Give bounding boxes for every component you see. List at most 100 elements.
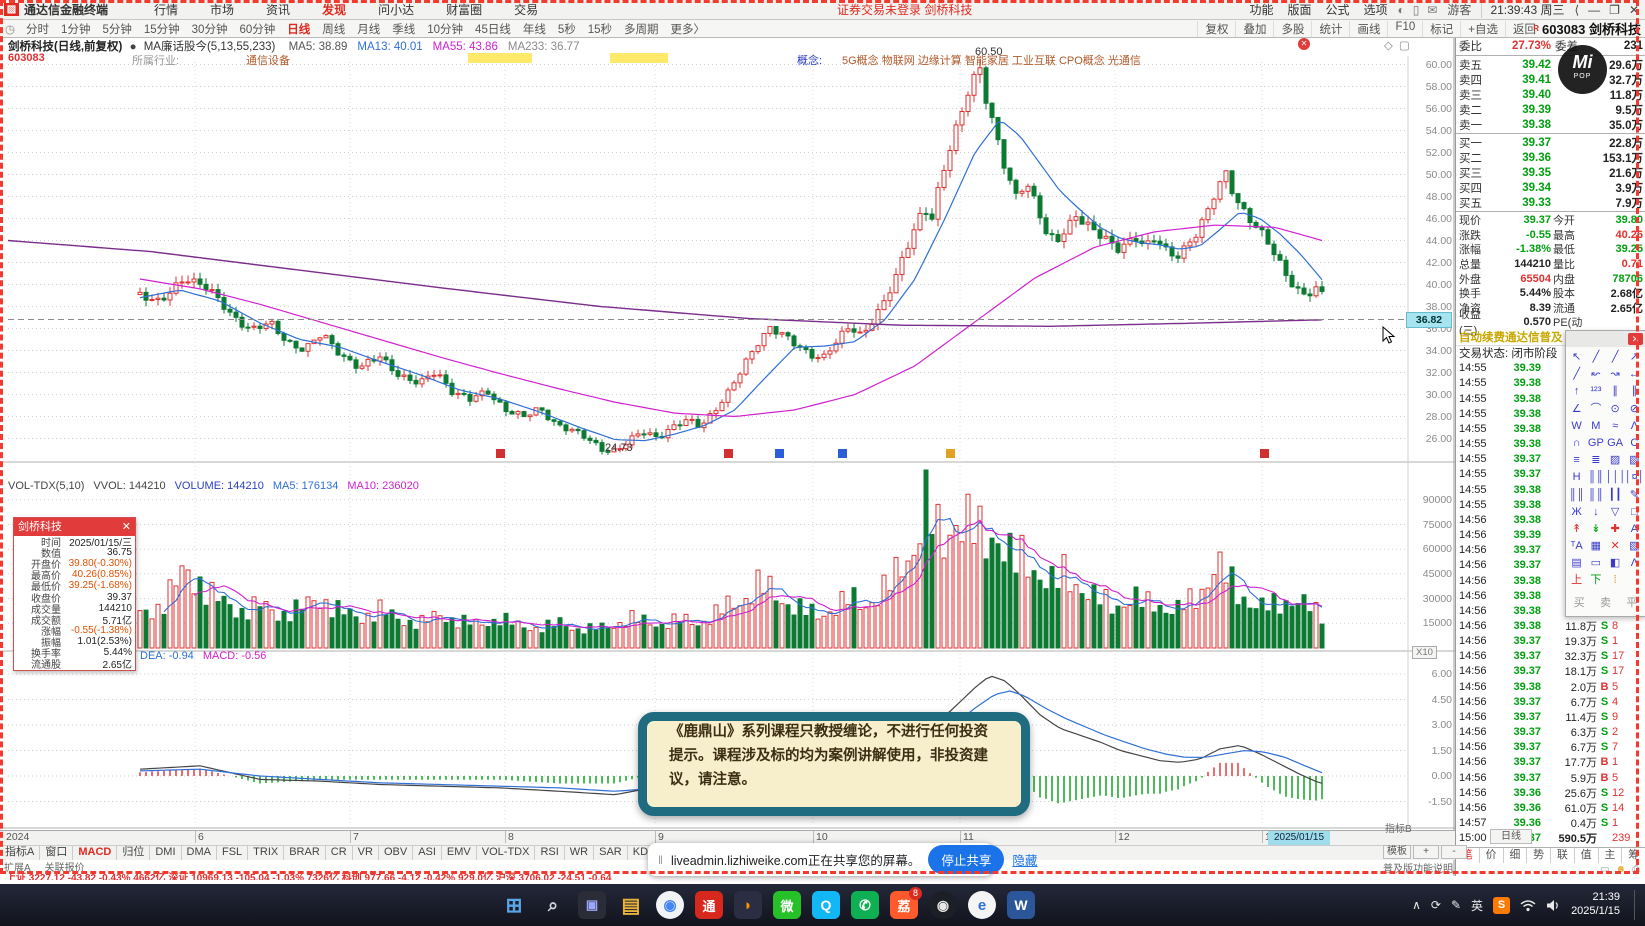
panel-corner-icon-1[interactable]: ☻ xyxy=(1615,864,1626,875)
draw-tool-icon[interactable]: ↓ xyxy=(1586,504,1605,521)
action-F10[interactable]: F10 xyxy=(1387,20,1422,37)
action-叠加[interactable]: 叠加 xyxy=(1235,20,1273,37)
menu-item-财富圈[interactable]: 财富圈 xyxy=(430,1,498,18)
taskbar-file-explorer[interactable]: ▤ xyxy=(617,891,645,919)
draw-tool-icon[interactable]: GP xyxy=(1586,435,1605,452)
template-control-+[interactable]: + xyxy=(1413,845,1439,859)
device-icon[interactable]: ▯ xyxy=(1413,3,1420,17)
action-画线[interactable]: 画线 xyxy=(1349,20,1387,37)
indicator-tab-窗口[interactable]: 窗口 xyxy=(40,846,74,860)
taskbar-console-app[interactable]: ▣ xyxy=(578,891,606,919)
period-日线[interactable]: 日线 xyxy=(281,21,316,37)
draw-tool-icon[interactable]: ∠ xyxy=(1567,401,1586,418)
chart-corner-icons[interactable]: ◇▢ xyxy=(1384,38,1416,52)
indicator-tab-DMA[interactable]: DMA xyxy=(182,846,217,860)
draw-tool-icon[interactable]: ∥ xyxy=(1625,383,1644,400)
draw-tool-icon[interactable]: ▭ xyxy=(1586,555,1605,572)
indicator-tab-SAR[interactable]: SAR xyxy=(594,846,628,860)
draw-tool-icon[interactable]: ✚ xyxy=(1606,521,1625,538)
taskbar-firefox[interactable]: ◗ xyxy=(734,891,762,919)
action-多股[interactable]: 多股 xyxy=(1273,20,1311,37)
draw-tool-icon[interactable]: ║║ xyxy=(1567,487,1586,504)
period-季线[interactable]: 季线 xyxy=(386,21,421,37)
drag-grip-icon[interactable]: ‖ xyxy=(658,853,663,867)
draw-tool-icon[interactable]: ╱ xyxy=(1606,349,1625,366)
ime-lang[interactable]: 英 xyxy=(1471,897,1483,914)
window-close-button[interactable]: ✕ xyxy=(1629,3,1639,17)
draw-tool-icon[interactable]: ᵀA xyxy=(1567,538,1586,555)
draw-tool-icon[interactable]: H xyxy=(1567,469,1586,486)
taskbar-search-button[interactable]: ⌕ xyxy=(539,891,567,919)
draw-tool-icon[interactable]: ↟ xyxy=(1567,521,1586,538)
theme-icon[interactable]: ◐ xyxy=(1398,3,1405,17)
menu-item-问小达[interactable]: 问小达 xyxy=(362,1,430,18)
period-年线[interactable]: 年线 xyxy=(517,21,552,37)
draw-tool-icon[interactable]: 下 xyxy=(1586,572,1605,589)
indicator-tab-MACD[interactable]: MACD xyxy=(73,846,118,860)
draw-tool-icon[interactable]: ▤ xyxy=(1567,555,1586,572)
taskbar-clock[interactable]: 21:39 2025/1/15 xyxy=(1571,891,1620,919)
period-15分钟[interactable]: 15分钟 xyxy=(138,21,186,37)
indicator-b-label[interactable]: 指标B xyxy=(1385,820,1412,835)
draw-tool-icon[interactable]: ≣ xyxy=(1586,452,1605,469)
draw-tool-icon[interactable]: M xyxy=(1586,418,1605,435)
chart-corner-icon-0[interactable]: ◇ xyxy=(1384,40,1399,52)
indicator-tab-WR[interactable]: WR xyxy=(565,846,595,860)
draw-tool-icon[interactable]: ↡ xyxy=(1586,521,1605,538)
period-分时[interactable]: 分时 xyxy=(20,21,55,37)
menu-item-市场[interactable]: 市场 xyxy=(194,1,250,18)
draw-tool-icon[interactable]: ◧ xyxy=(1606,555,1625,572)
period-5分钟[interactable]: 5分钟 xyxy=(96,21,137,37)
window-minimize-button[interactable]: — xyxy=(1588,3,1600,17)
draw-tool-icon[interactable]: Λ xyxy=(1625,418,1644,435)
palette-footer-平[interactable]: 平 xyxy=(1626,594,1637,610)
taskbar-browser-app[interactable]: e xyxy=(968,891,996,919)
action-统计[interactable]: 统计 xyxy=(1311,20,1349,37)
chart-corner-icon-1[interactable]: ▢ xyxy=(1399,40,1416,52)
period-10分钟[interactable]: 10分钟 xyxy=(421,21,469,37)
indicator-tab-VOL-TDX[interactable]: VOL-TDX xyxy=(477,846,536,860)
period-周线[interactable]: 周线 xyxy=(316,21,351,37)
draw-tool-icon[interactable]: ↝ xyxy=(1606,366,1625,383)
template-control--[interactable]: - xyxy=(1441,845,1467,859)
utility-menu-选项[interactable]: 选项 xyxy=(1363,1,1387,18)
draw-tool-icon[interactable]: ↑ xyxy=(1567,383,1586,400)
taskbar-wechat[interactable]: 微 xyxy=(773,891,801,919)
action-复权[interactable]: 复权 xyxy=(1197,20,1235,37)
template-control-模板[interactable]: 模板 xyxy=(1383,845,1411,859)
window-maximize-button[interactable]: ❐ xyxy=(1609,3,1620,17)
draw-tool-icon[interactable]: ▨ xyxy=(1606,452,1625,469)
draw-tool-icon[interactable]: ↜ xyxy=(1586,366,1605,383)
guest-label[interactable]: 游客 xyxy=(1447,1,1471,18)
indicator-tab-OBV[interactable]: OBV xyxy=(379,846,414,860)
draw-tool-icon[interactable]: ▧ xyxy=(1625,452,1644,469)
period-多周期[interactable]: 多周期 xyxy=(618,21,665,37)
taskbar-word-app[interactable]: W xyxy=(1007,891,1035,919)
draw-tool-icon[interactable]: ∩ xyxy=(1567,435,1586,452)
taskbar-qq-app[interactable]: Q xyxy=(812,891,840,919)
indicator-tab-RSI[interactable]: RSI xyxy=(535,846,565,860)
feedback-icon[interactable]: ✉ xyxy=(1427,3,1437,17)
trade-tab-细[interactable]: 细 xyxy=(1504,847,1528,863)
sync-icon[interactable]: ⟳ xyxy=(1431,898,1441,912)
volume-indicator-header[interactable]: VOL-TDX(5,10) VVOL: 144210 VOLUME: 144210 M… xyxy=(8,480,428,492)
period-5秒[interactable]: 5秒 xyxy=(552,21,582,37)
trade-tab-联[interactable]: 联 xyxy=(1551,847,1575,863)
draw-tool-icon[interactable]: ↗ xyxy=(1625,349,1644,366)
indicator-tab-FSL[interactable]: FSL xyxy=(217,846,249,860)
period-月线[interactable]: 月线 xyxy=(351,21,386,37)
menu-item-资讯[interactable]: 资讯 xyxy=(250,1,306,18)
hide-share-bar-link[interactable]: 隐藏 xyxy=(1012,850,1037,869)
draw-tool-icon[interactable]: ⊙ xyxy=(1606,401,1625,418)
draw-tool-icon[interactable]: ∥ xyxy=(1606,383,1625,400)
draw-tool-icon[interactable]: ⁞ xyxy=(1606,572,1625,589)
draw-tool-icon[interactable]: ↔ xyxy=(1625,366,1644,383)
draw-tool-icon[interactable]: ↖ xyxy=(1567,349,1586,366)
taskbar-lizhiweike-app[interactable]: 荔8 xyxy=(890,887,922,919)
action-标记[interactable]: 标记 xyxy=(1422,20,1460,37)
palette-footer-买[interactable]: 买 xyxy=(1574,594,1585,610)
draw-tool-icon[interactable]: ▦ xyxy=(1586,538,1605,555)
period-60分钟[interactable]: 60分钟 xyxy=(233,21,281,37)
draw-tool-icon[interactable]: GA xyxy=(1606,435,1625,452)
draw-tool-icon[interactable]: 上 xyxy=(1567,572,1586,589)
